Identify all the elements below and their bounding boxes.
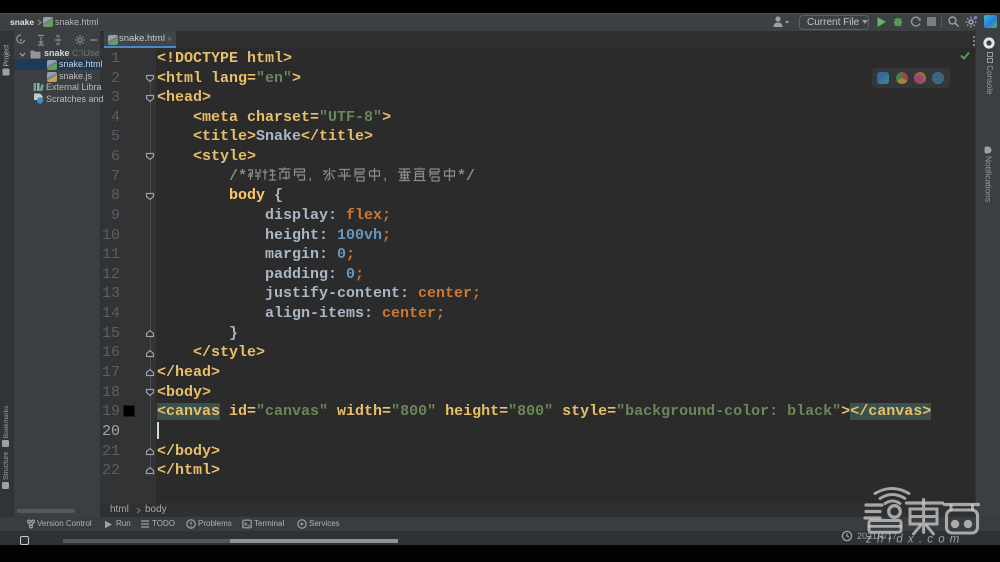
svg-text:zhidx.com: zhidx.com	[865, 534, 965, 546]
